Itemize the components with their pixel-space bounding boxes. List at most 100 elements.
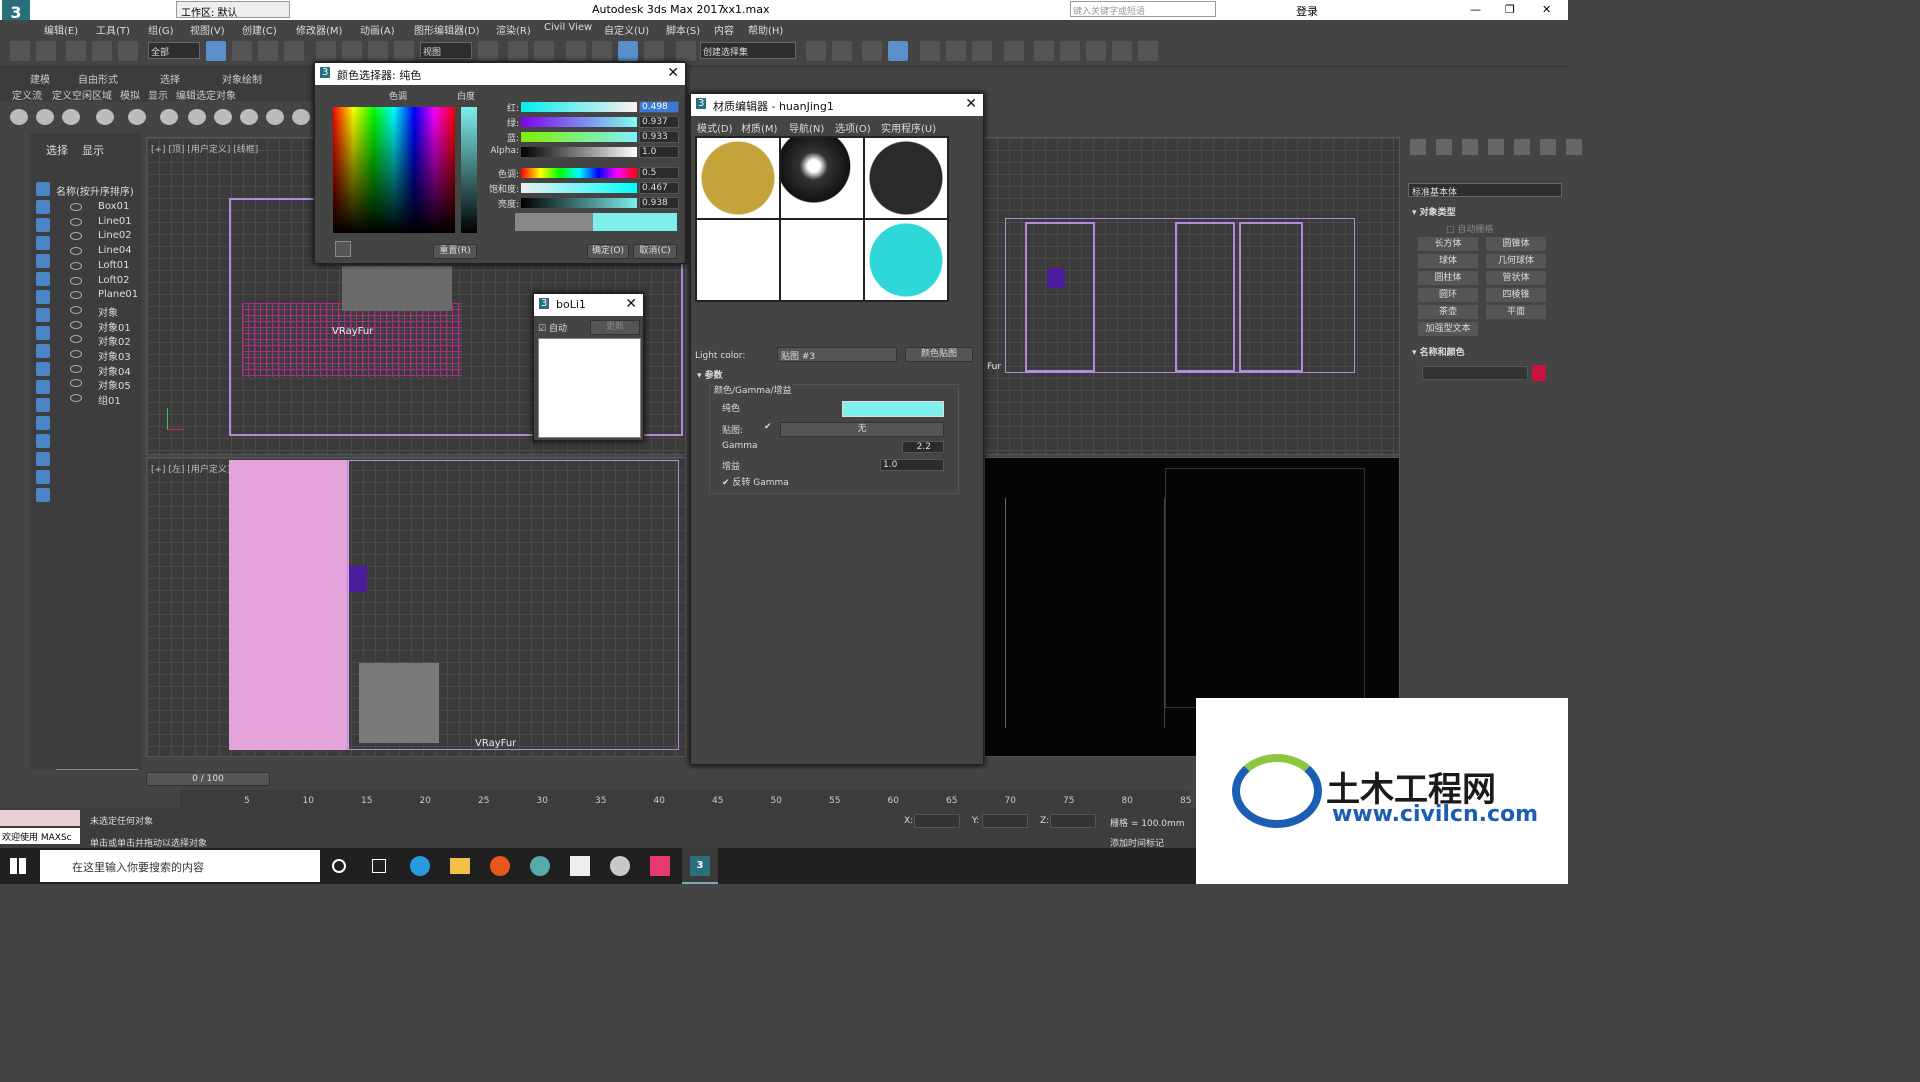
explorer-tool-icon[interactable] (36, 344, 50, 358)
scene-item[interactable]: 对象05 (98, 377, 131, 392)
dialog-title-bar[interactable]: 3 boLi1 ✕ (534, 294, 643, 316)
tab-display[interactable]: 显示 (82, 142, 104, 158)
dialog-title-bar[interactable]: 3 颜色选择器: 纯色 ✕ (315, 63, 685, 85)
toolbar-tool-icon[interactable] (618, 41, 638, 61)
params-rollout-header[interactable]: ▾ 参数 (697, 368, 977, 381)
notepad-icon[interactable] (570, 856, 590, 876)
map-slot-button[interactable]: 无 (780, 422, 944, 437)
toolbar-tool-icon[interactable] (1138, 41, 1158, 61)
explorer-tool-icon[interactable] (36, 470, 50, 484)
explorer-tool-icon[interactable] (36, 452, 50, 466)
populate-tool-icon[interactable] (266, 109, 284, 125)
command-tab-icon[interactable] (1462, 139, 1478, 155)
value-spinner[interactable]: 0.5 (639, 167, 679, 179)
object-name-input[interactable] (1422, 366, 1528, 380)
ribbon-tab[interactable]: 自由形式 (78, 71, 118, 86)
ribbon-subtab[interactable]: 显示 (148, 87, 168, 102)
explorer-tool-icon[interactable] (36, 380, 50, 394)
app-icon[interactable] (530, 856, 550, 876)
ribbon-subtab[interactable]: 编辑选定对象 (176, 87, 236, 102)
populate-tool-icon[interactable] (240, 109, 258, 125)
dialog-title-bar[interactable]: 3 材质编辑器 - huanJing1 ✕ (691, 94, 983, 116)
sample-slot-4[interactable] (697, 220, 779, 300)
primitive-button[interactable]: 圆柱体 (1418, 271, 1478, 285)
toolbar-tool-icon[interactable] (676, 41, 696, 61)
populate-tool-icon[interactable] (188, 109, 206, 125)
eyedropper-icon[interactable] (335, 241, 351, 257)
menu-item[interactable]: 自定义(U) (604, 22, 649, 37)
primitive-button[interactable]: 茶壶 (1418, 305, 1478, 319)
toolbar-tool-icon[interactable] (66, 41, 86, 61)
primitive-button[interactable]: 长方体 (1418, 237, 1478, 251)
toolbar-tool-icon[interactable] (1112, 41, 1132, 61)
x-coord-input[interactable] (914, 814, 960, 828)
visibility-eye-icon[interactable] (70, 276, 82, 285)
sample-slot-1[interactable] (697, 138, 779, 218)
visibility-eye-icon[interactable] (70, 203, 82, 211)
toolbar-tool-icon[interactable] (592, 41, 612, 61)
scene-item[interactable]: 对象02 (98, 333, 131, 348)
sample-slot-2[interactable] (781, 138, 863, 218)
menu-item[interactable]: 图形编辑器(D) (414, 22, 480, 37)
scene-item[interactable]: 对象04 (98, 363, 131, 378)
solid-color-swatch[interactable] (842, 401, 944, 417)
column-header[interactable]: 名称(按升序排序) (56, 183, 134, 198)
color-slider[interactable] (521, 102, 637, 112)
close-icon[interactable]: ✕ (667, 65, 679, 81)
ribbon-tab[interactable]: 选择 (160, 71, 180, 86)
value-spinner[interactable]: 0.467 (639, 182, 679, 194)
map-name-dropdown[interactable]: 贴图 #3 (777, 347, 897, 362)
primitive-button[interactable]: 平面 (1486, 305, 1546, 319)
scene-item[interactable]: Loft01 (98, 260, 130, 271)
maxscript-input[interactable] (0, 810, 80, 826)
visibility-eye-icon[interactable] (70, 364, 82, 373)
menu-item[interactable]: 修改器(M) (296, 22, 342, 37)
visibility-eye-icon[interactable] (70, 261, 82, 270)
selection-set-dropdown[interactable]: 创建选择集 (700, 42, 796, 59)
value-spinner[interactable]: 0.938 (639, 197, 679, 209)
toolbar-tool-icon[interactable] (258, 41, 278, 61)
toolbar-tool-icon[interactable] (508, 41, 528, 61)
scene-item[interactable]: Box01 (98, 201, 129, 212)
primitive-button[interactable]: 四棱锥 (1486, 288, 1546, 302)
update-button[interactable]: 更新 (590, 320, 640, 335)
section-object-type[interactable]: ▾ 对象类型 (1412, 205, 1456, 218)
toolbar-tool-icon[interactable] (118, 41, 138, 61)
menu-item[interactable]: 渲染(R) (496, 22, 531, 37)
sample-slot-6[interactable] (865, 220, 947, 300)
primitive-button[interactable]: 管状体 (1486, 271, 1546, 285)
visibility-eye-icon[interactable] (70, 350, 82, 358)
visibility-eye-icon[interactable] (70, 232, 82, 241)
populate-tool-icon[interactable] (36, 109, 54, 125)
populate-tool-icon[interactable] (10, 109, 28, 125)
menu-item[interactable]: 内容 (714, 22, 734, 37)
explorer-tool-icon[interactable] (36, 200, 50, 214)
visibility-eye-icon[interactable] (70, 379, 82, 388)
toolbar-tool-icon[interactable] (1004, 41, 1024, 61)
primitive-button[interactable]: 球体 (1418, 254, 1478, 268)
populate-tool-icon[interactable] (160, 109, 178, 125)
menu-item[interactable]: 工具(T) (96, 22, 130, 37)
visibility-eye-icon[interactable] (70, 335, 82, 344)
menu-item[interactable]: 帮助(H) (748, 22, 783, 37)
explorer-tool-icon[interactable] (36, 236, 50, 250)
toolbar-tool-icon[interactable] (566, 41, 586, 61)
toolbar-tool-icon[interactable] (806, 41, 826, 61)
maximize-button[interactable]: ❐ (1505, 3, 1515, 16)
cancel-button[interactable]: 取消(C) (633, 244, 677, 259)
primitive-type-dropdown[interactable]: 标准基本体 (1408, 183, 1562, 198)
color-slider[interactable] (521, 198, 637, 208)
scene-item[interactable]: Line01 (98, 216, 132, 227)
autogrid-checkbox[interactable]: □ 自动栅格 (1446, 222, 1493, 235)
explorer-tool-icon[interactable] (36, 308, 50, 322)
command-tab-icon[interactable] (1514, 139, 1530, 155)
toolbar-tool-icon[interactable] (206, 41, 226, 61)
explorer-tool-icon[interactable] (36, 362, 50, 376)
scene-item[interactable]: Line04 (98, 245, 132, 256)
hue-whiteness-field[interactable] (333, 107, 455, 233)
populate-tool-icon[interactable] (128, 109, 146, 125)
toolbar-tool-icon[interactable] (1034, 41, 1054, 61)
visibility-eye-icon[interactable] (70, 217, 82, 226)
color-slider[interactable] (521, 147, 637, 157)
populate-tool-icon[interactable] (96, 109, 114, 125)
